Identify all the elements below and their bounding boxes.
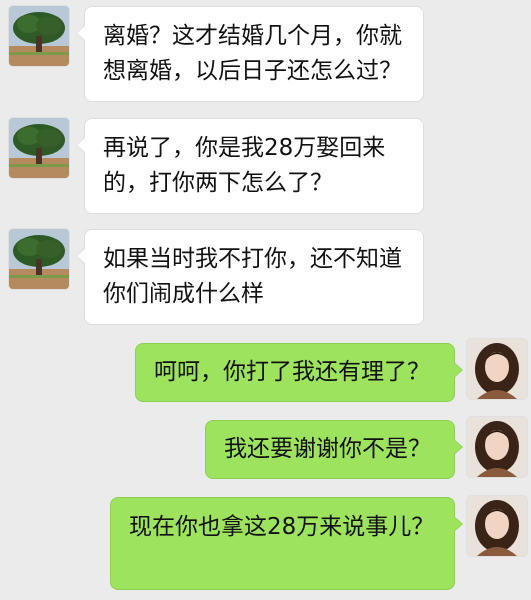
message-text: 我还要谢谢你不是？ [224, 436, 431, 462]
avatar-woman-icon[interactable] [467, 417, 527, 477]
avatar-woman-icon[interactable] [467, 496, 527, 556]
avatar-tree-icon[interactable] [9, 118, 69, 178]
message-bubble[interactable]: 呵呵，你打了我还有理了？ [135, 343, 463, 402]
message-bubble[interactable]: 如果当时我不打你，还不知道你们闹成什么样 [76, 229, 424, 325]
avatar-tree-icon[interactable] [9, 229, 69, 289]
avatar-woman-icon[interactable] [467, 339, 527, 399]
message-text: 呵呵，你打了我还有理了？ [154, 359, 430, 385]
message-bubble[interactable]: 现在你也拿这28万来说事儿？ [110, 497, 463, 590]
message-text: 现在你也拿这28万来说事儿？ [129, 514, 435, 540]
message-bubble[interactable]: 离婚？这才结婚几个月，你就想离婚，以后日子还怎么过？ [76, 6, 424, 102]
message-bubble[interactable]: 我还要谢谢你不是？ [205, 420, 463, 479]
message-text: 再说了，你是我28万娶回来的，打你两下怎么了？ [103, 135, 386, 196]
avatar-tree-icon[interactable] [9, 6, 69, 66]
message-text: 如果当时我不打你，还不知道你们闹成什么样 [103, 246, 402, 307]
message-bubble[interactable]: 再说了，你是我28万娶回来的，打你两下怎么了？ [76, 118, 424, 214]
message-text: 离婚？这才结婚几个月，你就想离婚，以后日子还怎么过？ [103, 23, 402, 84]
